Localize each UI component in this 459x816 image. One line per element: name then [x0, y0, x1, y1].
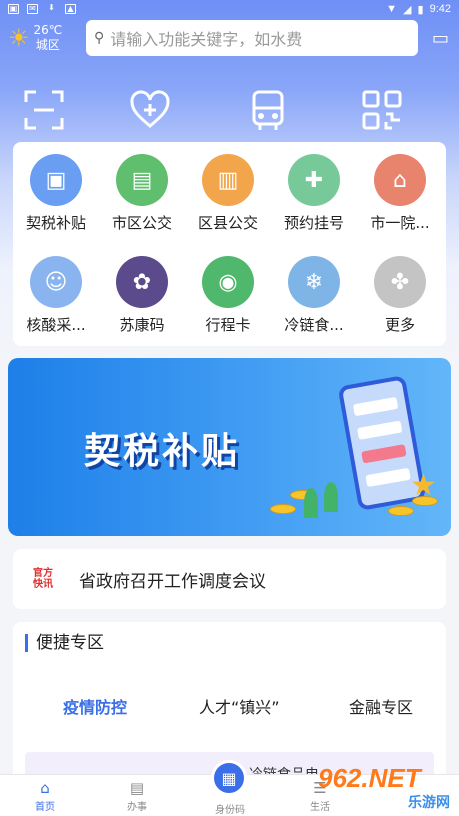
status-time: 9:42	[429, 3, 451, 15]
quick-zone-title: 便捷专区	[25, 634, 104, 652]
service-label: 预约挂号	[283, 214, 344, 232]
service-label: 核酸采...	[26, 316, 86, 334]
more-icon: ✤	[374, 256, 426, 308]
banner-title: 契税补贴	[84, 431, 241, 472]
quick-actions	[0, 88, 459, 138]
service-item-city-bus[interactable]: ▤ 市区公交	[99, 142, 185, 232]
coin-icon	[270, 504, 296, 514]
tab-home[interactable]: ⌂ 首页	[15, 775, 75, 816]
weather-widget[interactable]: ☀ 26℃ 城区	[8, 23, 86, 53]
service-item-health-code[interactable]: ✿ 苏康码	[99, 244, 185, 334]
service-item-nucleic-test[interactable]: ☺ 核酸采...	[13, 244, 99, 334]
service-grid: ▣ 契税补贴 ▤ 市区公交 ▥ 区县公交 ✚ 预约挂号 ⌂ 市一院... ☺ 核…	[13, 142, 446, 346]
service-item-more[interactable]: ✤ 更多	[357, 244, 443, 334]
news-logo: 官方 快讯	[25, 568, 61, 590]
service-item-appointment[interactable]: ✚ 预约挂号	[271, 142, 357, 232]
scan-icon[interactable]	[22, 88, 66, 132]
doctor-icon: ☺	[30, 256, 82, 308]
mail-icon: ✉	[27, 4, 38, 14]
watermark: 962.NET 乐游网	[318, 764, 456, 814]
news-logo-line2: 快讯	[33, 579, 53, 590]
news-headline[interactable]: 省政府召开工作调度会议	[79, 567, 266, 592]
battery-icon: ▮	[417, 3, 424, 16]
id-code-button[interactable]: ▦	[211, 760, 247, 796]
watermark-sub: 乐游网	[408, 794, 450, 810]
service-label: 区县公交	[197, 214, 258, 232]
document-icon: ▤	[129, 779, 145, 797]
tab-office-label: 办事	[127, 802, 147, 813]
notification-icon: ▣	[8, 4, 19, 14]
home-icon: ⌂	[40, 779, 50, 797]
search-placeholder: 请输入功能关键字，如水费	[110, 30, 303, 49]
weather-temperature: 26℃	[33, 23, 63, 37]
plant-icon	[324, 482, 338, 512]
sun-icon: ☀	[8, 24, 30, 52]
wallet-icon: ▣	[30, 154, 82, 206]
phone-location-icon: ◉	[202, 256, 254, 308]
tab-epidemic[interactable]: 疫情防控	[63, 694, 127, 718]
tab-finance[interactable]: 金融专区	[349, 694, 413, 718]
hospital-desk-icon: ✚	[288, 154, 340, 206]
watermark-brand: 962.NET	[318, 763, 421, 793]
image-icon: ▲	[65, 4, 76, 14]
service-label: 冷链食...	[284, 316, 344, 334]
id-code-label: 身份码	[215, 805, 245, 816]
service-label: 市区公交	[111, 214, 172, 232]
search-icon: ⚲	[94, 30, 105, 46]
tab-home-label: 首页	[35, 802, 55, 813]
message-icon[interactable]: ▭	[432, 28, 449, 49]
promo-banner[interactable]: 契税补贴 ★	[8, 358, 451, 536]
service-item-tax-subsidy[interactable]: ▣ 契税补贴	[13, 142, 99, 232]
service-label: 行程卡	[205, 316, 251, 334]
service-label: 市一院...	[370, 214, 430, 232]
service-item-cold-chain[interactable]: ❄ 冷链食...	[271, 244, 357, 334]
qr-code-icon[interactable]	[360, 88, 404, 132]
seal-icon: ✿	[116, 256, 168, 308]
bus-icon: ▤	[116, 154, 168, 206]
service-item-travel-card[interactable]: ◉ 行程卡	[185, 244, 271, 334]
tab-talent[interactable]: 人才“镇兴”	[199, 694, 280, 718]
header: ☀ 26℃ 城区 ⚲ 请输入功能关键字，如水费 ▭	[0, 20, 459, 56]
signal-icon: ◢	[403, 3, 412, 16]
news-logo-line1: 官方	[33, 568, 53, 579]
service-label: 契税补贴	[25, 214, 86, 232]
qr-code-icon: ▦	[221, 768, 237, 788]
weather-district: 城区	[35, 38, 60, 52]
bus-stop-icon: ▥	[202, 154, 254, 206]
hospital-icon: ⌂	[374, 154, 426, 206]
tab-office[interactable]: ▤ 办事	[107, 775, 167, 816]
search-input[interactable]: ⚲ 请输入功能关键字，如水费	[86, 20, 418, 56]
download-icon: ⬇	[48, 3, 55, 12]
service-label: 苏康码	[119, 316, 165, 334]
service-item-first-hospital[interactable]: ⌂ 市一院...	[357, 142, 443, 232]
service-label: 更多	[384, 316, 415, 334]
plant-icon	[304, 488, 318, 518]
status-bar: ▣ ✉ ⬇ ▲ ▼ ◢ ▮ 9:42	[0, 0, 459, 18]
star-icon: ★	[410, 468, 437, 503]
news-ticker[interactable]: 官方 快讯 省政府召开工作调度会议	[13, 549, 446, 609]
bus-icon[interactable]	[246, 88, 290, 132]
heart-plus-icon[interactable]	[128, 88, 172, 132]
cold-chain-icon: ❄	[288, 256, 340, 308]
service-item-county-bus[interactable]: ▥ 区县公交	[185, 142, 271, 232]
wifi-icon: ▼	[386, 3, 398, 15]
coin-icon	[388, 506, 414, 516]
